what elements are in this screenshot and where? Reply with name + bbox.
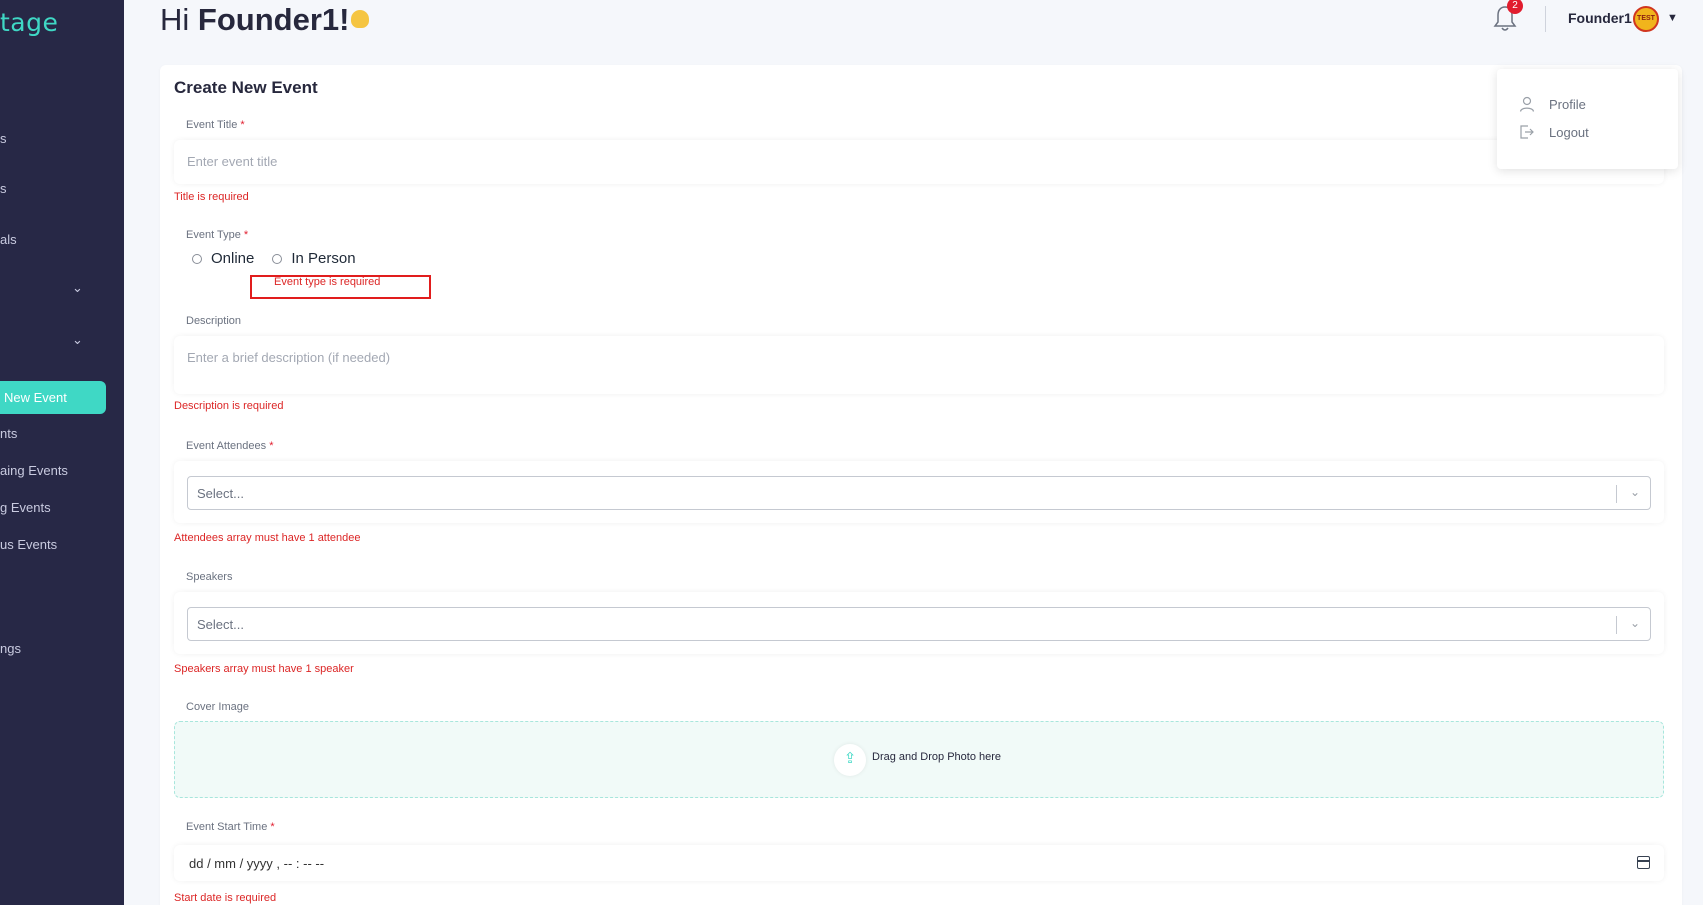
radio-online-label[interactable]: Online xyxy=(211,250,254,267)
attendees-label-text: Event Attendees xyxy=(186,440,267,452)
start-time-input[interactable]: dd / mm / yyyy , -- : -- -- xyxy=(174,845,1664,881)
event-title-field[interactable] xyxy=(174,140,1664,184)
notification-badge: 2 xyxy=(1507,0,1523,14)
select-separator xyxy=(1616,616,1617,634)
sidebar-item-new-event[interactable]: New Event xyxy=(0,381,106,414)
page-greeting: Hi Founder1! xyxy=(160,2,370,38)
start-time-value[interactable]: dd / mm / yyyy , -- : -- -- xyxy=(189,856,324,871)
sidebar-item[interactable]: als xyxy=(0,232,17,247)
menu-item-profile-label[interactable]: Profile xyxy=(1549,97,1586,112)
logout-icon xyxy=(1520,125,1534,139)
radio-in-person-label[interactable]: In Person xyxy=(291,250,355,267)
required-marker: * xyxy=(240,119,245,131)
attendees-error: Attendees array must have 1 attendee xyxy=(174,532,361,544)
description-textarea[interactable] xyxy=(187,350,1647,380)
wave-emoji-icon xyxy=(351,9,370,28)
greeting-text: Hi xyxy=(160,2,190,37)
app-logo[interactable]: tage xyxy=(0,8,58,37)
page-title: Create New Event xyxy=(174,78,318,97)
attendees-label: Event Attendees * xyxy=(186,440,273,452)
event-title-label: Event Title * xyxy=(186,119,245,131)
sidebar-item-upcoming-events[interactable]: aing Events xyxy=(0,463,68,478)
speakers-select[interactable]: Select... ⌄ xyxy=(187,607,1651,641)
avatar[interactable]: TEST xyxy=(1633,6,1659,32)
header-divider xyxy=(1545,6,1546,32)
required-marker: * xyxy=(269,440,274,452)
menu-item-profile[interactable]: Profile xyxy=(1519,96,1586,112)
sidebar-item-ongoing-events[interactable]: g Events xyxy=(0,500,51,515)
chevron-down-icon[interactable]: ⌄ xyxy=(1630,485,1640,499)
start-time-label-text: Event Start Time xyxy=(186,821,268,833)
sidebar-item-previous-events[interactable]: us Events xyxy=(0,537,57,552)
description-label: Description xyxy=(186,315,242,327)
radio-button[interactable] xyxy=(272,253,283,264)
event-type-error: Event type is required xyxy=(274,276,381,288)
user-dropdown-menu: Profile Logout xyxy=(1497,69,1678,169)
chevron-down-icon[interactable]: ⌄ xyxy=(72,332,83,348)
attendees-select[interactable]: Select... ⌄ xyxy=(187,476,1651,510)
event-type-label: Event Type * xyxy=(186,229,248,241)
user-name[interactable]: Founder1 xyxy=(1568,10,1632,26)
menu-item-logout-label[interactable]: Logout xyxy=(1549,125,1589,140)
cover-image-label: Cover Image xyxy=(186,701,249,713)
event-title-error: Title is required xyxy=(174,191,249,203)
upload-icon[interactable]: ⇪ xyxy=(834,744,866,776)
start-time-error: Start date is required xyxy=(174,892,277,904)
required-marker: * xyxy=(243,229,249,241)
chevron-down-icon[interactable]: ⌄ xyxy=(72,280,83,296)
start-time-label: Event Start Time * xyxy=(186,821,275,833)
menu-item-logout[interactable]: Logout xyxy=(1519,124,1589,140)
sidebar-item[interactable]: s xyxy=(0,181,7,196)
sidebar-item[interactable]: s xyxy=(0,131,7,146)
description-error: Description is required xyxy=(174,400,284,412)
speakers-label: Speakers xyxy=(186,571,233,583)
greeting-name: Founder1! xyxy=(197,2,350,37)
chevron-down-icon[interactable]: ⌄ xyxy=(1630,616,1640,630)
radio-button[interactable] xyxy=(192,253,202,264)
caret-down-icon[interactable]: ▼ xyxy=(1667,12,1678,24)
required-marker: * xyxy=(270,821,275,833)
event-title-label-text: Event Title xyxy=(186,119,238,131)
radio-in-person[interactable]: In Person xyxy=(272,250,356,267)
radio-online[interactable]: Online xyxy=(192,250,254,267)
select-separator xyxy=(1616,485,1617,503)
speakers-select-placeholder: Select... xyxy=(197,617,244,632)
user-icon xyxy=(1519,96,1535,112)
event-title-input[interactable] xyxy=(187,154,1647,169)
sidebar-item[interactable]: nts xyxy=(0,426,17,441)
sidebar-item-settings[interactable]: ngs xyxy=(0,641,21,656)
attendees-select-placeholder: Select... xyxy=(197,486,244,501)
description-field[interactable] xyxy=(174,336,1664,394)
sidebar: tage s s als ⌄ ⌄ New Event nts aing Even… xyxy=(0,0,124,905)
event-type-label-text: Event Type xyxy=(186,229,241,241)
calendar-icon[interactable] xyxy=(1637,856,1650,869)
speakers-error: Speakers array must have 1 speaker xyxy=(174,663,354,675)
dropzone-text[interactable]: Drag and Drop Photo here xyxy=(872,751,1001,763)
event-type-radio-group: Online In Person xyxy=(192,250,374,267)
